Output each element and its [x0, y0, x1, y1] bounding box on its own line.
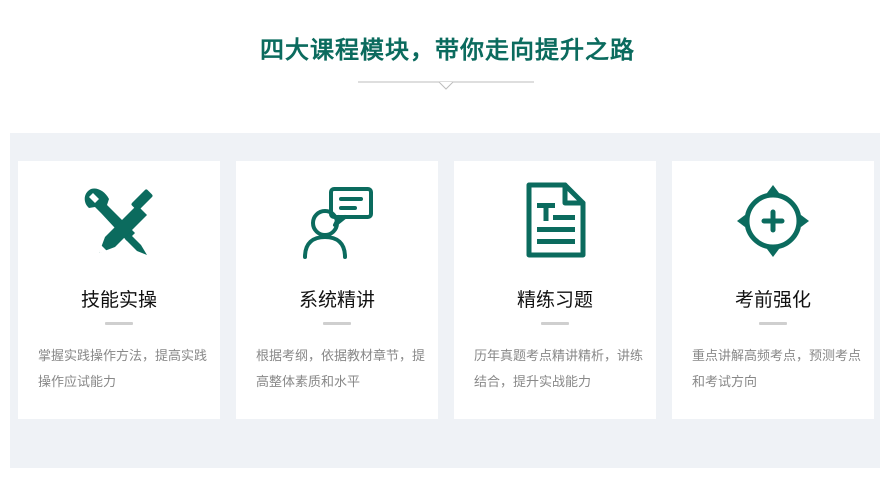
- title-underline: [323, 322, 351, 325]
- module-card-skills[interactable]: 技能实操 掌握实践操作方法，提高实践操作应试能力: [18, 161, 220, 419]
- module-description: 重点讲解高频考点，预测考点和考试方向: [692, 349, 862, 390]
- module-card-exercises[interactable]: 精练习题 历年真题考点精讲精析，讲练结合，提升实战能力: [454, 161, 656, 419]
- module-description: 根据考纲，依据教材章节，提高整体素质和水平: [256, 349, 426, 390]
- module-description: 掌握实践操作方法，提高实践操作应试能力: [38, 349, 208, 390]
- module-description: 历年真题考点精讲精析，讲练结合，提升实战能力: [474, 349, 644, 390]
- title-underline: [105, 322, 133, 325]
- section-title: 四大课程模块，带你走向提升之路: [260, 36, 635, 64]
- module-card-lecture[interactable]: 系统精讲 根据考纲，依据教材章节，提高整体素质和水平: [236, 161, 438, 419]
- title-underline: [541, 322, 569, 325]
- lecturer-chat-icon: [303, 187, 373, 259]
- title-divider: [358, 81, 534, 90]
- module-title: 精练习题: [516, 289, 593, 311]
- tools-icon: [84, 188, 153, 255]
- module-title: 考前强化: [734, 289, 811, 311]
- module-title: 系统精讲: [298, 289, 375, 311]
- target-plus-icon: [737, 185, 809, 257]
- document-icon: [526, 182, 586, 258]
- module-title: 技能实操: [80, 289, 157, 311]
- module-card-intensive[interactable]: 考前强化 重点讲解高频考点，预测考点和考试方向: [672, 161, 874, 419]
- title-underline: [759, 322, 787, 325]
